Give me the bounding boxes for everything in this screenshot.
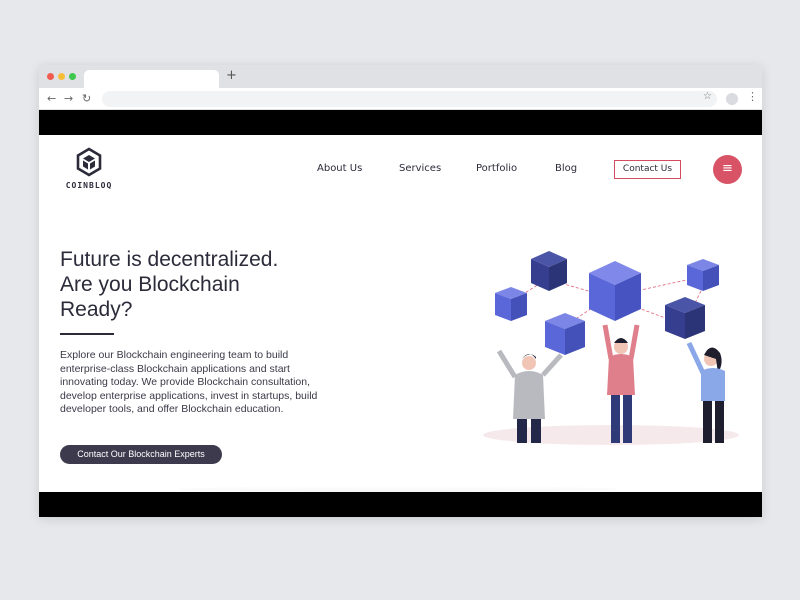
close-window-button[interactable] <box>47 73 54 80</box>
nav-portfolio[interactable]: Portfolio <box>476 163 517 174</box>
cube-top-left <box>531 251 567 291</box>
hexagon-cube-icon <box>76 147 102 177</box>
headline-divider <box>60 333 114 335</box>
cube-right-dark <box>665 297 705 339</box>
maximize-window-button[interactable] <box>69 73 76 80</box>
profile-icon[interactable] <box>726 93 738 105</box>
nav-blog[interactable]: Blog <box>555 163 577 174</box>
address-bar[interactable] <box>102 91 717 107</box>
browser-window: + ← → ↻ ☆ ⋮ COINBLOQ About Us Services P… <box>39 65 762 517</box>
headline-line-3: Ready? <box>60 298 133 321</box>
plus-icon[interactable]: + <box>226 68 237 83</box>
letterbox-bar-bottom <box>39 492 762 517</box>
brand-logo[interactable]: COINBLOQ <box>58 147 120 195</box>
contact-us-button[interactable]: Contact Us <box>614 160 681 179</box>
browser-toolbar: ← → ↻ ☆ ⋮ <box>39 88 762 110</box>
minimize-window-button[interactable] <box>58 73 65 80</box>
back-arrow-icon[interactable]: ← <box>47 91 56 107</box>
cube-small-left <box>495 287 527 321</box>
brand-name: COINBLOQ <box>65 181 113 190</box>
hero-description: Explore our Blockchain engineering team … <box>60 349 318 416</box>
headline-line-1: Future is decentralized. <box>60 248 279 271</box>
cube-large-center <box>589 261 641 321</box>
forward-arrow-icon[interactable]: → <box>64 91 73 107</box>
star-icon[interactable]: ☆ <box>703 91 712 102</box>
website-page: COINBLOQ About Us Services Portfolio Blo… <box>39 135 762 492</box>
reload-icon[interactable]: ↻ <box>82 91 91 107</box>
more-vert-icon[interactable]: ⋮ <box>747 90 758 103</box>
cube-middle-left <box>545 313 585 355</box>
cube-top-right <box>687 259 719 291</box>
tab-bar: + <box>39 65 762 89</box>
hamburger-menu-icon[interactable]: ≡ <box>713 155 742 184</box>
nav-services[interactable]: Services <box>399 163 441 174</box>
blockchain-team-illustration <box>483 251 739 445</box>
browser-tab[interactable] <box>84 70 219 89</box>
nav-about[interactable]: About Us <box>317 163 362 174</box>
contact-experts-button[interactable]: Contact Our Blockchain Experts <box>60 445 222 464</box>
headline-line-2: Are you Blockchain <box>60 273 240 296</box>
letterbox-bar-top <box>39 110 762 135</box>
hero-headline: Future is decentralized. Are you Blockch… <box>60 247 320 322</box>
